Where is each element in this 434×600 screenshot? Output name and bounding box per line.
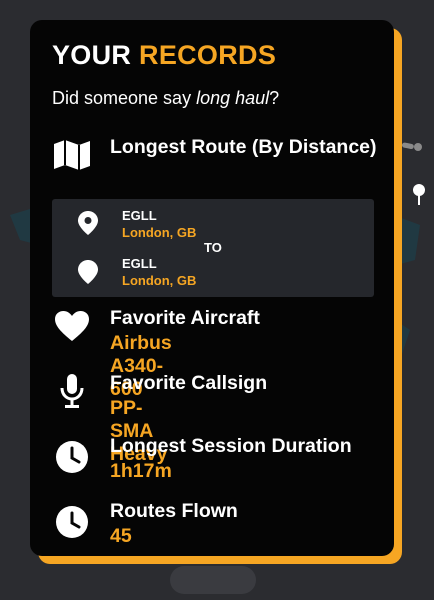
map-icon (52, 135, 92, 175)
clock-icon (52, 502, 92, 542)
longest-session-value: 1h17m (110, 460, 172, 482)
page-title: YOUR RECORDS (52, 40, 276, 71)
destination-pin-icon (413, 184, 425, 205)
longest-route-label: Longest Route (By Distance) (110, 136, 377, 158)
favorite-callsign-label: Favorite Callsign (110, 372, 268, 394)
records-card: YOUR RECORDS Did someone say long haul? … (30, 20, 394, 556)
origin-code: EGLL (122, 208, 157, 223)
origin-city: London, GB (122, 225, 197, 240)
title-part-2: RECORDS (139, 40, 277, 70)
subtitle-suffix: ? (269, 88, 280, 108)
origin-pin-icon (78, 211, 98, 235)
clock-icon (52, 437, 92, 477)
longest-session-label: Longest Session Duration (110, 435, 352, 457)
title-part-1: YOUR (52, 40, 132, 70)
waypoint-dot (414, 143, 422, 151)
destination-code: EGLL (122, 256, 157, 271)
heart-icon (52, 306, 92, 346)
subtitle-prefix: Did someone say (52, 88, 197, 108)
destination-city: London, GB (122, 273, 197, 288)
route-details: EGLL London, GB TO EGLL London, GB (52, 199, 374, 297)
background-bubble (170, 566, 256, 594)
destination-pin-icon (78, 260, 98, 284)
routes-flown-value: 45 (110, 525, 132, 547)
routes-flown-label: Routes Flown (110, 500, 238, 522)
subtitle: Did someone say long haul? (52, 88, 279, 109)
subtitle-emphasis: long haul (196, 88, 270, 108)
favorite-aircraft-label: Favorite Aircraft (110, 307, 260, 329)
microphone-icon (52, 371, 92, 411)
route-connector: TO (204, 240, 222, 255)
